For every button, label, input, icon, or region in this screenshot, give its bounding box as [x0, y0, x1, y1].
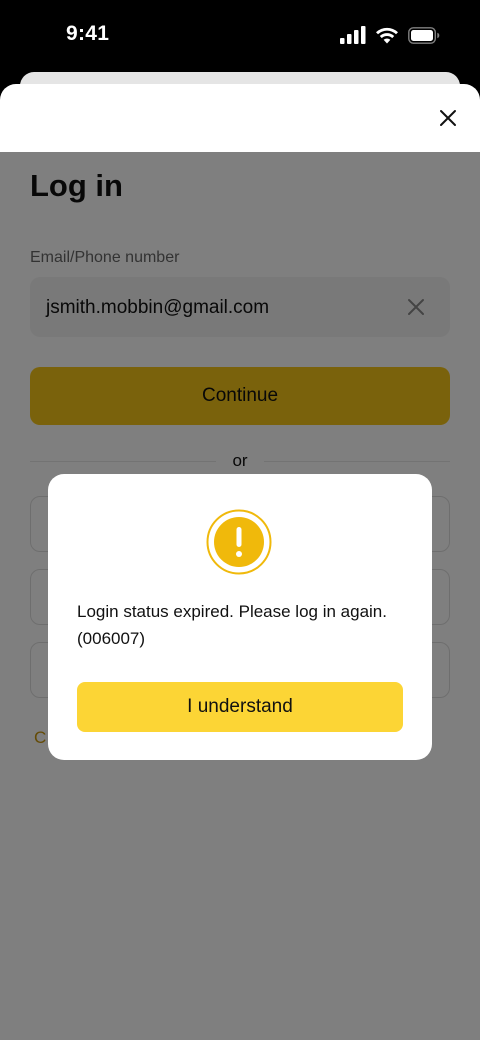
cellular-signal-icon	[340, 26, 366, 49]
dialog-message: Login status expired. Please log in agai…	[77, 602, 387, 648]
i-understand-button[interactable]: I understand	[77, 682, 403, 732]
sheet-header	[0, 84, 480, 152]
wifi-icon	[375, 26, 399, 49]
battery-icon	[408, 26, 440, 49]
warning-icon	[206, 509, 272, 575]
close-button[interactable]	[436, 106, 460, 130]
status-bar: 9:41	[0, 0, 480, 72]
close-icon	[440, 110, 456, 126]
login-expired-dialog: Login status expired. Please log in agai…	[48, 474, 432, 760]
status-time: 9:41	[66, 22, 110, 45]
status-icons	[340, 26, 440, 49]
